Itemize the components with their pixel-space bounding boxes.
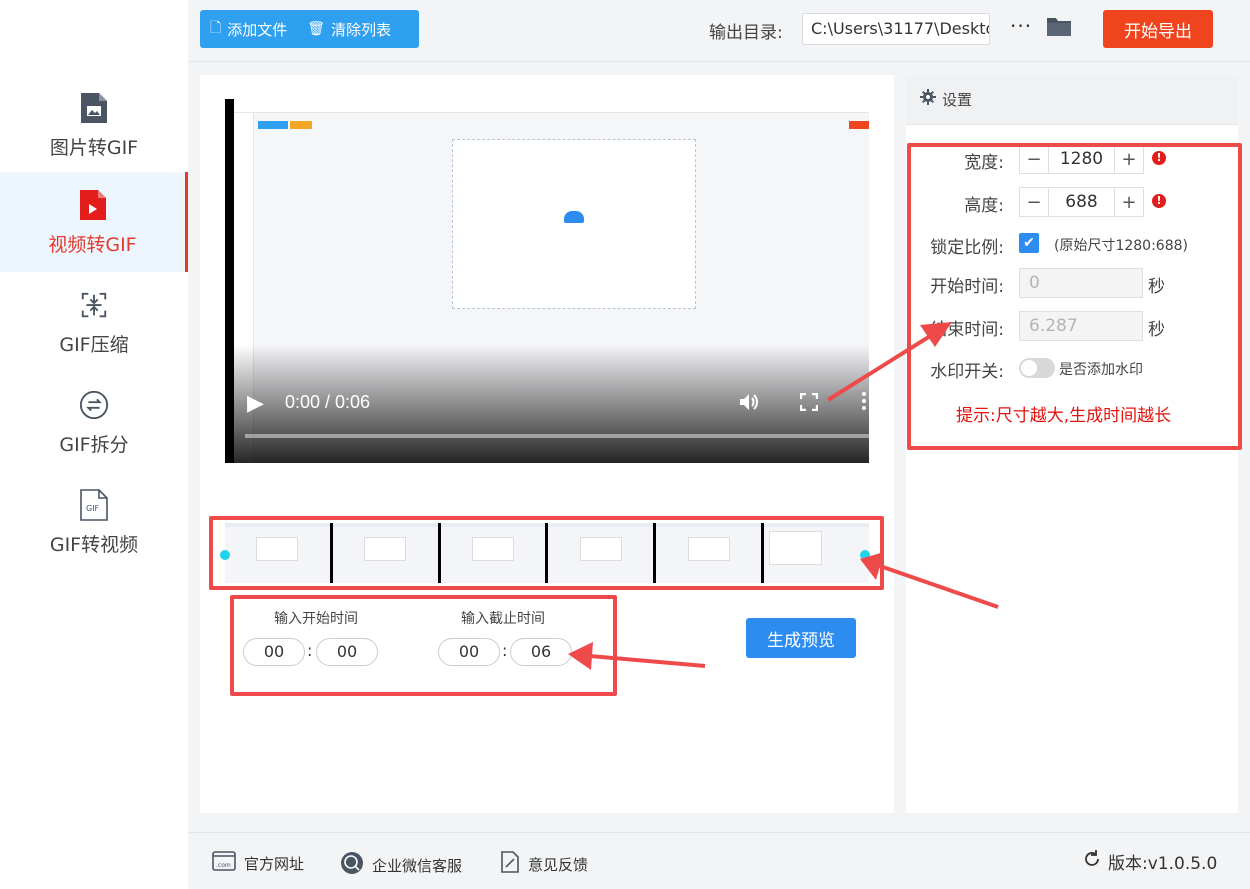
settings-highlight-box	[907, 143, 1242, 450]
thumbnails-highlight-box	[209, 516, 884, 590]
sidebar-item-gif-split[interactable]: GIF拆分	[0, 372, 188, 472]
video-progress-bar[interactable]	[245, 434, 869, 438]
settings-header: 设置	[906, 75, 1238, 125]
video-file-icon	[78, 188, 108, 222]
main-panel: ▶ 0:00 / 0:06 输入开始时间 输入截止时间 00 : 00 00:…	[200, 75, 894, 813]
feedback-label: 意见反馈	[528, 855, 589, 874]
clear-list-label: 清除列表	[331, 20, 392, 39]
sidebar-item-video-to-gif[interactable]: 视频转GIF	[0, 172, 188, 272]
output-dir-label: 输出目录:	[709, 23, 783, 43]
support-label: 企业微信客服	[372, 856, 463, 875]
generate-preview-button[interactable]: 生成预览	[746, 618, 856, 658]
svg-text:.com: .com	[216, 862, 231, 869]
sidebar-item-gif-compress[interactable]: GIF压缩	[0, 272, 188, 372]
footer: .com 官方网址 企业微信客服 意见反馈 版本:v1.0.5.0	[188, 832, 1250, 889]
file-button-group: 🗋 添加文件 🗑 清除列表	[200, 10, 419, 48]
compress-icon	[79, 288, 109, 322]
chat-icon	[340, 851, 364, 879]
fullscreen-icon[interactable]	[799, 392, 819, 415]
svg-text:GIF: GIF	[86, 504, 100, 513]
top-toolbar: 🗋 添加文件 🗑 清除列表 输出目录: C:\Users\31177\Deskt…	[188, 0, 1250, 62]
trash-icon: 🗑	[307, 21, 326, 37]
image-file-icon	[79, 91, 109, 125]
folder-icon[interactable]	[1046, 15, 1072, 41]
sidebar-item-label: GIF转视频	[49, 533, 139, 556]
video-time: 0:00 / 0:06	[285, 392, 371, 412]
official-website-link[interactable]: .com 官方网址	[212, 851, 304, 875]
clear-list-button[interactable]: 🗑 清除列表	[297, 10, 401, 48]
add-file-button[interactable]: 🗋 添加文件	[200, 10, 297, 48]
sidebar-item-label: 图片转GIF	[49, 136, 139, 159]
sidebar: 图片转GIF 视频转GIF GIF压缩 GIF拆分 GIF GIF转视频	[0, 0, 188, 889]
file-icon: 🗋	[210, 20, 222, 36]
settings-title: 设置	[942, 91, 973, 109]
time-inputs-highlight-box	[230, 595, 617, 696]
output-dir-input[interactable]: C:\Users\31177\Deskto	[802, 13, 990, 45]
split-icon	[79, 388, 109, 422]
website-icon: .com	[212, 851, 236, 875]
sidebar-item-gif-to-video[interactable]: GIF GIF转视频	[0, 472, 188, 572]
feedback-icon	[500, 851, 520, 877]
feedback-link[interactable]: 意见反馈	[500, 851, 588, 877]
video-menu-icon[interactable]	[862, 391, 866, 415]
volume-icon[interactable]	[738, 392, 760, 416]
sidebar-item-label: 视频转GIF	[48, 233, 137, 256]
gif-file-icon: GIF	[79, 488, 109, 522]
refresh-icon[interactable]	[1082, 849, 1102, 874]
sidebar-item-label: GIF拆分	[59, 433, 129, 456]
version-label: 版本:v1.0.5.0	[1108, 854, 1218, 874]
video-player[interactable]: ▶ 0:00 / 0:06	[225, 99, 869, 463]
sidebar-item-label: GIF压缩	[59, 333, 129, 356]
version-info: 版本:v1.0.5.0	[1082, 849, 1217, 874]
export-button[interactable]: 开始导出	[1103, 10, 1213, 48]
more-options-icon[interactable]: ···	[1010, 14, 1032, 38]
website-label: 官方网址	[244, 854, 305, 873]
add-file-label: 添加文件	[227, 20, 288, 39]
play-icon[interactable]: ▶	[247, 391, 264, 416]
gear-icon	[920, 89, 936, 110]
wechat-support-link[interactable]: 企业微信客服	[340, 851, 462, 879]
sidebar-item-image-to-gif[interactable]: 图片转GIF	[0, 75, 188, 175]
